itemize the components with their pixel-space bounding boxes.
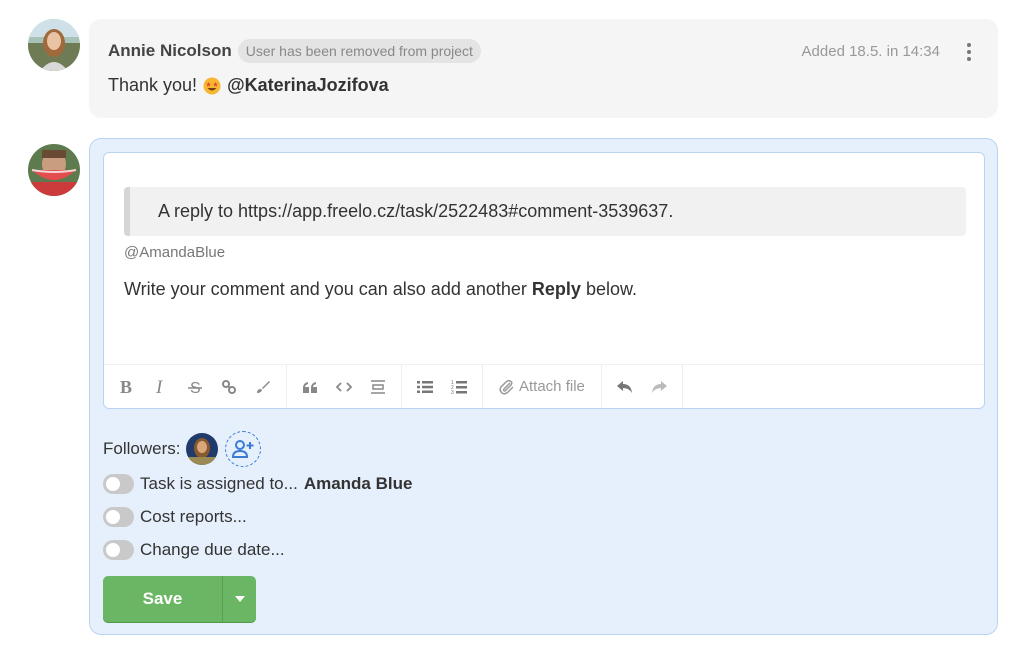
follower-avatar[interactable] [186,433,219,465]
comment-editor[interactable]: A reply to https://app.freelo.cz/task/25… [103,152,985,409]
comment-timestamp: Added 18.5. in 14:34 [801,43,940,60]
editor-toolbar: B I S 1 2 3 Attach file [104,364,984,408]
redo-icon[interactable] [642,365,676,409]
due-date-toggle[interactable] [103,540,134,560]
horizontal-rule-icon[interactable] [361,365,395,409]
bullet-list-icon[interactable] [408,365,442,409]
numbered-list-icon[interactable]: 123 [442,365,476,409]
comment-mention[interactable]: @KaterinaJozifova [227,75,389,96]
avatar-annie-nicolson [28,19,80,71]
reply-quote: A reply to https://app.freelo.cz/task/25… [124,187,966,236]
assignee-toggle[interactable] [103,474,134,494]
toolbar-group-format: B I S [104,365,287,408]
comment-text: Thank you! [108,75,198,95]
cost-reports-label: Cost reports... [140,507,247,526]
toggle-row-assignee: Task is assigned to... Amanda Blue [103,474,412,494]
reply-mention: @AmandaBlue [124,244,226,261]
comment-card: Annie Nicolson User has been removed fro… [89,19,998,118]
avatar-current-user [28,144,80,196]
editor-text-part: Write your comment and you can also add … [124,279,532,299]
removed-user-badge: User has been removed from project [237,39,481,63]
caret-down-icon [234,596,245,602]
toolbar-group-lists: 123 [402,365,483,408]
editor-text[interactable]: Write your comment and you can also add … [124,279,637,300]
reply-panel: A reply to https://app.freelo.cz/task/25… [89,138,998,635]
cost-reports-toggle[interactable] [103,507,134,527]
attach-file-button[interactable]: Attach file [489,365,595,409]
comment-author: Annie Nicolson [108,41,232,60]
save-button-group: Save [103,576,256,622]
code-icon[interactable] [327,365,361,409]
link-icon[interactable] [212,365,246,409]
due-date-label: Change due date... [140,540,285,559]
svg-text:I: I [155,378,164,396]
star-struck-emoji-icon [203,77,221,95]
attach-file-label: Attach file [519,378,585,395]
assignee-value: Amanda Blue [303,474,413,493]
comment-body: Thank you! @KaterinaJozifova [108,75,389,96]
paperclip-icon [499,379,514,395]
followers-row: Followers: [103,431,262,467]
editor-text-bold: Reply [531,279,581,299]
svg-text:3: 3 [451,390,454,395]
toolbar-group-attach: Attach file [483,365,602,408]
bold-icon[interactable]: B [110,365,144,409]
toggle-row-due-date: Change due date... [103,540,285,560]
add-follower-button[interactable] [225,431,262,467]
strikethrough-icon[interactable]: S [178,365,212,409]
toggle-row-cost-reports: Cost reports... [103,507,247,527]
undo-icon[interactable] [608,365,642,409]
toolbar-group-history [602,365,683,408]
add-user-icon [232,440,254,458]
more-options-icon[interactable] [964,43,974,61]
svg-text:B: B [120,378,132,396]
brush-icon[interactable] [246,365,280,409]
save-options-dropdown[interactable] [223,576,256,622]
toolbar-group-block [287,365,402,408]
italic-icon[interactable]: I [144,365,178,409]
editor-text-part: below. [580,279,637,299]
quote-icon[interactable] [293,365,327,409]
save-button[interactable]: Save [103,576,223,622]
followers-label: Followers: [103,439,181,458]
assignee-label: Task is assigned to... [140,474,298,493]
